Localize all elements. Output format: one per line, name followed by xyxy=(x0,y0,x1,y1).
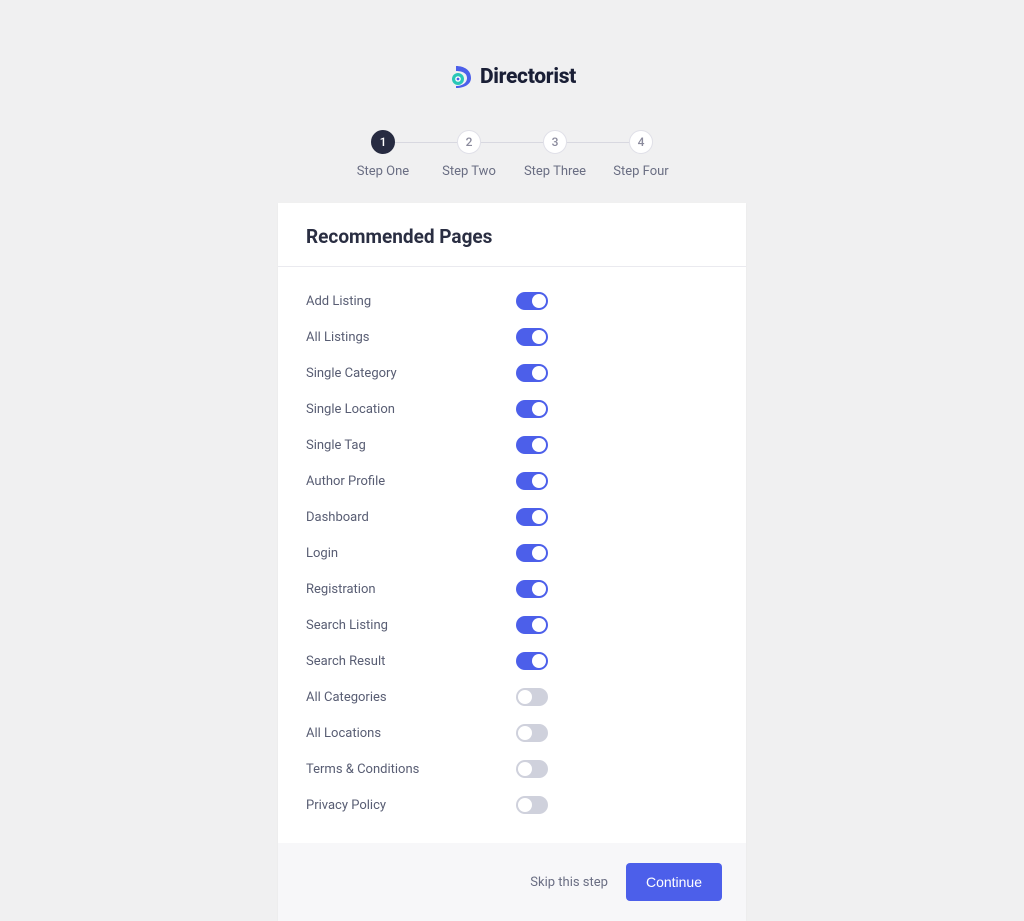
page-toggle-row: Search Listing xyxy=(306,607,718,643)
page-toggle-row: Add Listing xyxy=(306,283,718,319)
page-toggle-row: All Locations xyxy=(306,715,718,751)
page-toggle-label: Search Listing xyxy=(306,618,516,633)
skip-link[interactable]: Skip this step xyxy=(530,875,608,890)
toggle-knob xyxy=(532,474,546,488)
toggle-knob xyxy=(518,762,532,776)
page-toggle[interactable] xyxy=(516,400,548,418)
page-toggle-label: All Categories xyxy=(306,690,516,705)
page-toggle[interactable] xyxy=(516,724,548,742)
page-toggle-row: Single Location xyxy=(306,391,718,427)
toggle-knob xyxy=(518,798,532,812)
page-toggle-label: Single Tag xyxy=(306,438,516,453)
page-toggle-list: Add Listing All Listings Single Category Si… xyxy=(278,267,746,843)
toggle-knob xyxy=(532,618,546,632)
toggle-knob xyxy=(532,330,546,344)
toggle-knob xyxy=(532,510,546,524)
page-toggle-label: Single Category xyxy=(306,366,516,381)
stepper: 1 Step One 2 Step Two 3 Step Three 4 Step Four xyxy=(340,130,684,179)
page-toggle[interactable] xyxy=(516,760,548,778)
page-toggle-label: Login xyxy=(306,546,516,561)
page-toggle[interactable] xyxy=(516,328,548,346)
page-toggle-label: Terms & Conditions xyxy=(306,762,516,777)
page-toggle[interactable] xyxy=(516,580,548,598)
step-circle: 4 xyxy=(629,130,653,154)
page-toggle[interactable] xyxy=(516,688,548,706)
step-label: Step Three xyxy=(524,164,586,179)
page-toggle-row: Terms & Conditions xyxy=(306,751,718,787)
toggle-knob xyxy=(532,366,546,380)
step-4: 4 Step Four xyxy=(598,130,684,179)
page-toggle-row: Single Tag xyxy=(306,427,718,463)
page-toggle-row: Search Result xyxy=(306,643,718,679)
step-label: Step Four xyxy=(613,164,668,179)
continue-button[interactable]: Continue xyxy=(626,863,722,901)
setup-card: Recommended Pages Add Listing All Listing… xyxy=(278,203,746,921)
step-2: 2 Step Two xyxy=(426,130,512,179)
page-toggle-row: Author Profile xyxy=(306,463,718,499)
toggle-knob xyxy=(532,654,546,668)
step-1: 1 Step One xyxy=(340,130,426,179)
logo-text: Directorist xyxy=(480,65,576,89)
toggle-knob xyxy=(532,294,546,308)
page-toggle-label: Registration xyxy=(306,582,516,597)
toggle-knob xyxy=(532,582,546,596)
page-toggle-row: Registration xyxy=(306,571,718,607)
page-toggle[interactable] xyxy=(516,796,548,814)
card-footer: Skip this step Continue xyxy=(278,843,746,921)
page-toggle[interactable] xyxy=(516,436,548,454)
step-connector xyxy=(395,142,457,143)
toggle-knob xyxy=(532,546,546,560)
step-connector xyxy=(481,142,543,143)
page-toggle-row: Single Category xyxy=(306,355,718,391)
page-toggle-row: Dashboard xyxy=(306,499,718,535)
step-circle: 2 xyxy=(457,130,481,154)
logo: Directorist xyxy=(448,64,576,90)
page-toggle-label: Dashboard xyxy=(306,510,516,525)
page-toggle[interactable] xyxy=(516,364,548,382)
page-toggle-row: All Categories xyxy=(306,679,718,715)
step-circle: 1 xyxy=(371,130,395,154)
toggle-knob xyxy=(518,726,532,740)
page-toggle[interactable] xyxy=(516,292,548,310)
card-title: Recommended Pages xyxy=(306,225,718,248)
toggle-knob xyxy=(532,402,546,416)
page-toggle-label: All Locations xyxy=(306,726,516,741)
step-label: Step Two xyxy=(442,164,496,179)
page-toggle[interactable] xyxy=(516,472,548,490)
page-toggle-row: Login xyxy=(306,535,718,571)
page-toggle-row: All Listings xyxy=(306,319,718,355)
page-toggle[interactable] xyxy=(516,616,548,634)
toggle-knob xyxy=(518,690,532,704)
page-toggle-label: Add Listing xyxy=(306,294,516,309)
step-3: 3 Step Three xyxy=(512,130,598,179)
directorist-logo-icon xyxy=(448,64,474,90)
step-circle: 3 xyxy=(543,130,567,154)
step-connector xyxy=(567,142,629,143)
page-toggle[interactable] xyxy=(516,544,548,562)
page-toggle-label: All Listings xyxy=(306,330,516,345)
page-toggle-label: Author Profile xyxy=(306,474,516,489)
page-toggle-label: Single Location xyxy=(306,402,516,417)
toggle-knob xyxy=(532,438,546,452)
step-label: Step One xyxy=(357,164,409,179)
card-header: Recommended Pages xyxy=(278,203,746,267)
page-toggle[interactable] xyxy=(516,508,548,526)
page-toggle-label: Privacy Policy xyxy=(306,798,516,813)
page-toggle-row: Privacy Policy xyxy=(306,787,718,823)
page-toggle[interactable] xyxy=(516,652,548,670)
page-toggle-label: Search Result xyxy=(306,654,516,669)
